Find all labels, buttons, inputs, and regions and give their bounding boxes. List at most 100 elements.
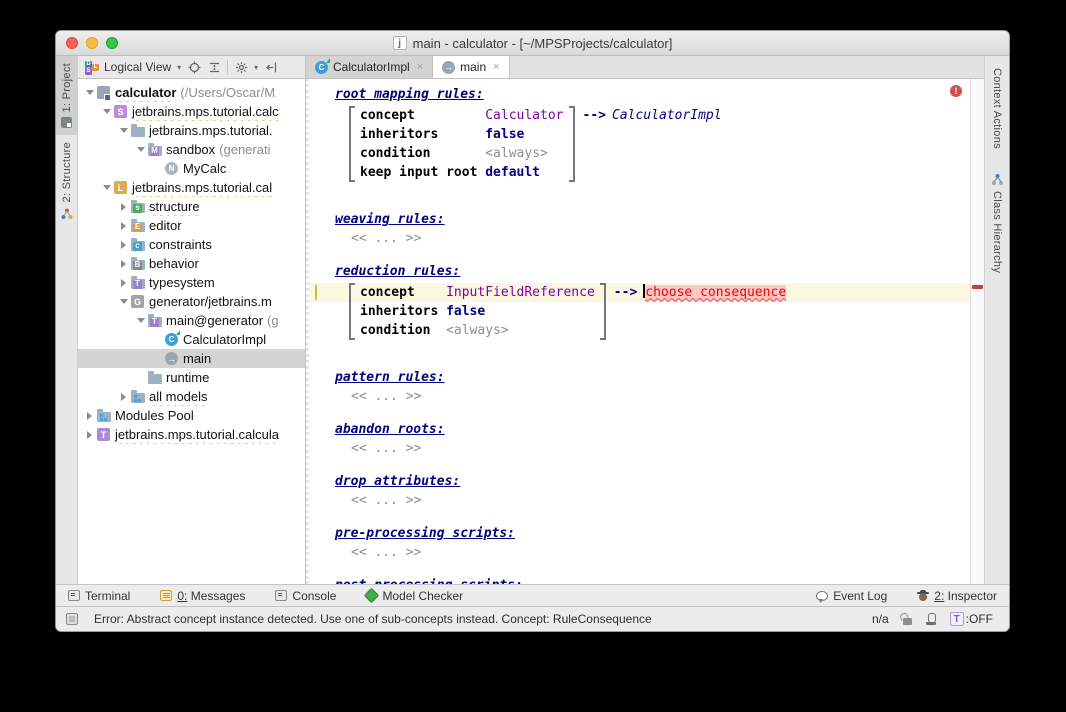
- close-icon[interactable]: ×: [493, 61, 499, 73]
- rule-value[interactable]: Calculator: [485, 108, 563, 123]
- tree-item-solution-module[interactable]: S jetbrains.mps.tutorial.calc: [78, 102, 305, 121]
- view-selector[interactable]: Logical View: [104, 60, 171, 74]
- section-title[interactable]: root mapping rules:: [335, 85, 970, 104]
- project-icon: [96, 86, 111, 100]
- expand-arrow-icon[interactable]: [83, 431, 96, 439]
- view-as-icon: DSL: [85, 61, 98, 74]
- rule-key: keep input root: [360, 163, 485, 182]
- collapse-all-icon[interactable]: [207, 60, 221, 74]
- expand-arrow-icon[interactable]: [134, 147, 147, 152]
- section-title[interactable]: post-processing scripts:: [335, 576, 970, 584]
- bracket-left: [349, 106, 355, 182]
- tool-tab-structure[interactable]: 2: Structure: [56, 135, 77, 226]
- rule-value[interactable]: <always>: [485, 146, 548, 161]
- tab-main[interactable]: → main ×: [433, 56, 509, 78]
- expand-arrow-icon[interactable]: [117, 393, 130, 401]
- intention-bulb-icon[interactable]: [315, 285, 326, 300]
- error-stripe-scrollbar[interactable]: [970, 79, 984, 584]
- empty-cell[interactable]: << ... >>: [335, 439, 970, 458]
- expand-arrow-icon[interactable]: [117, 128, 130, 133]
- tool-button-inspector[interactable]: 2: Inspector: [917, 589, 997, 603]
- expand-arrow-icon[interactable]: [117, 203, 130, 211]
- section-title[interactable]: pattern rules:: [335, 368, 970, 387]
- settings-icon[interactable]: [234, 60, 248, 74]
- tree-item-behavior[interactable]: B behavior: [78, 254, 305, 273]
- tree-item-editor[interactable]: E editor: [78, 216, 305, 235]
- tree-item-generator[interactable]: G generator/jetbrains.m: [78, 292, 305, 311]
- tree-item-language-module[interactable]: L jetbrains.mps.tutorial.cal: [78, 178, 305, 197]
- expand-arrow-icon[interactable]: [134, 318, 147, 323]
- tool-tab-project[interactable]: 1: Project: [56, 56, 77, 135]
- root-mapping-rule-block[interactable]: conceptCalculator inheritorsfalse condit…: [349, 106, 970, 182]
- tool-button-terminal[interactable]: Terminal: [68, 589, 130, 603]
- tree-item-main[interactable]: → main: [78, 349, 305, 368]
- tree-item-runtime[interactable]: runtime: [78, 368, 305, 387]
- expand-arrow-icon[interactable]: [100, 185, 113, 190]
- tool-tab-context-actions[interactable]: Context Actions: [991, 68, 1003, 149]
- expand-arrow-icon[interactable]: [83, 412, 96, 420]
- error-stripe-mark[interactable]: [972, 285, 983, 289]
- tab-calculatorimpl[interactable]: C CalculatorImpl ×: [306, 56, 433, 78]
- expand-arrow-icon[interactable]: [117, 279, 130, 287]
- expand-arrow-icon[interactable]: [117, 260, 130, 268]
- section-title[interactable]: abandon roots:: [335, 420, 970, 439]
- status-bar: Error: Abstract concept instance detecte…: [56, 606, 1009, 631]
- tree-item-mycalc[interactable]: N MyCalc: [78, 159, 305, 178]
- messages-icon: [160, 590, 172, 601]
- expand-arrow-icon[interactable]: [117, 222, 130, 230]
- error-cell[interactable]: choose consequence: [645, 285, 786, 300]
- section-title[interactable]: drop attributes:: [335, 472, 970, 491]
- section-title[interactable]: weaving rules:: [335, 210, 970, 229]
- tree-item-calculatorimpl[interactable]: C CalculatorImpl: [78, 330, 305, 349]
- rule-value[interactable]: <always>: [446, 323, 509, 338]
- highlighting-level-icon[interactable]: [926, 613, 936, 625]
- expand-arrow-icon[interactable]: [117, 299, 130, 304]
- error-indicator-icon[interactable]: !: [950, 85, 962, 97]
- editor-aspect-icon: E: [130, 219, 145, 233]
- unlock-icon[interactable]: [903, 618, 912, 625]
- tool-button-model-checker[interactable]: Model Checker: [366, 589, 463, 603]
- toggle-tool-windows-icon[interactable]: [66, 613, 78, 625]
- tree-item-calculator[interactable]: calculator (/Users/Oscar/M: [78, 83, 305, 102]
- expand-arrow-icon[interactable]: [100, 109, 113, 114]
- tool-tab-class-hierarchy[interactable]: Class Hierarchy: [991, 173, 1004, 273]
- tree-item-constraints[interactable]: c constraints: [78, 235, 305, 254]
- reduction-rule-block[interactable]: conceptInputFieldReference inheritorsfal…: [349, 283, 970, 340]
- rule-value[interactable]: false: [485, 127, 524, 142]
- tree-item-typesystem[interactable]: T typesystem: [78, 273, 305, 292]
- tree-item-structure[interactable]: s structure: [78, 197, 305, 216]
- tree-item-folder[interactable]: jetbrains.mps.tutorial.: [78, 121, 305, 140]
- rule-value[interactable]: InputFieldReference: [446, 285, 595, 300]
- tree-item-modules-pool[interactable]: Modules Pool: [78, 406, 305, 425]
- empty-cell[interactable]: << ... >>: [335, 543, 970, 562]
- section-post-processing-scripts: post-processing scripts:: [335, 576, 970, 584]
- console-icon: [275, 590, 287, 601]
- hide-panel-icon[interactable]: [264, 60, 278, 74]
- tree-item-all-models[interactable]: all models: [78, 387, 305, 406]
- empty-cell[interactable]: << ... >>: [335, 229, 970, 248]
- tool-button-console[interactable]: Console: [275, 589, 336, 603]
- typesystem-badge: T: [950, 612, 964, 626]
- tool-button-event-log[interactable]: Event Log: [816, 589, 887, 603]
- locate-icon[interactable]: [187, 60, 201, 74]
- close-icon[interactable]: ×: [417, 61, 423, 73]
- section-title[interactable]: pre-processing scripts:: [335, 524, 970, 543]
- section-title[interactable]: reduction rules:: [335, 262, 970, 281]
- rule-consequence[interactable]: CalculatorImpl: [612, 108, 722, 123]
- editor-content[interactable]: root mapping rules: conceptCalculator in…: [306, 79, 970, 584]
- typesystem-toggle[interactable]: T :OFF: [950, 612, 993, 626]
- rule-value[interactable]: false: [446, 304, 485, 319]
- section-root-mapping-rules: root mapping rules: conceptCalculator in…: [335, 85, 970, 182]
- empty-cell[interactable]: << ... >>: [335, 491, 970, 510]
- tree-item-sandbox[interactable]: M sandbox (generati: [78, 140, 305, 159]
- empty-cell[interactable]: << ... >>: [335, 387, 970, 406]
- rule-value[interactable]: default: [485, 165, 540, 180]
- section-drop-attributes: drop attributes: << ... >>: [335, 472, 970, 510]
- tree-item-language-calculator[interactable]: T jetbrains.mps.tutorial.calcula: [78, 425, 305, 444]
- expand-arrow-icon[interactable]: [83, 90, 96, 95]
- expand-arrow-icon[interactable]: [117, 241, 130, 249]
- tool-button-messages[interactable]: 0: Messages: [160, 589, 245, 603]
- mapping-configuration-editor[interactable]: ! root mapping rules: conceptCalculator …: [306, 79, 984, 584]
- class-hierarchy-label: Class Hierarchy: [991, 191, 1003, 273]
- tree-item-main-generator-model[interactable]: T main@generator (g: [78, 311, 305, 330]
